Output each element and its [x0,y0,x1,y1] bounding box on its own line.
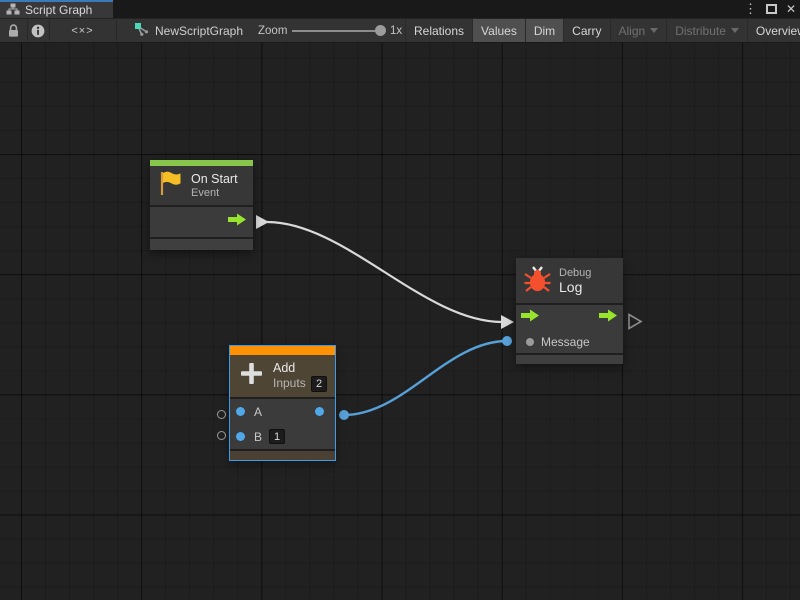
port-a-input[interactable] [236,407,245,416]
script-graph-asset-icon [134,21,150,40]
align-button[interactable]: Align [610,19,667,42]
zoom-slider-track[interactable] [292,30,378,32]
tab-script-graph[interactable]: Script Graph [0,0,113,18]
inputs-count-field[interactable]: 2 [311,376,327,392]
close-icon[interactable]: ✕ [786,0,796,18]
carry-button[interactable]: Carry [563,19,609,42]
overview-button[interactable]: Overview [747,19,800,42]
chevron-down-icon [650,28,658,33]
button-label: Distribute [675,24,726,38]
button-label: Carry [572,24,601,38]
tab-title: Script Graph [25,3,92,17]
button-label: Overview [756,24,800,38]
sum-output-port[interactable] [315,407,324,416]
port-a-label: A [254,405,262,419]
port-b-input[interactable] [236,432,245,441]
node-subtitle: Event [191,187,238,200]
port-a-outer-connector[interactable] [217,410,226,419]
button-label: Values [481,24,517,38]
flow-output-port[interactable] [599,309,618,327]
flow-input-port[interactable] [521,309,540,327]
port-b-outer-connector[interactable] [217,431,226,440]
window-menu-icon[interactable]: ⋮ [744,0,757,18]
button-label: Relations [414,24,464,38]
graph-hierarchy-icon [6,3,20,18]
maximize-icon[interactable] [766,4,777,14]
script-graph-window: On Start Event [0,0,800,600]
node-add[interactable]: Add Inputs 2 A B 1 [230,346,335,460]
dim-button[interactable]: Dim [525,19,563,42]
lock-icon [7,23,20,38]
node-footer [150,239,253,250]
titlebar: Script Graph ⋮ ✕ [0,0,800,18]
relations-button[interactable]: Relations [405,19,472,42]
message-port-label: Message [541,335,590,349]
graph-breadcrumb[interactable]: NewScriptGraph [134,19,243,42]
graph-canvas[interactable] [0,43,800,600]
graph-name: NewScriptGraph [155,24,243,38]
info-button[interactable] [27,19,49,42]
values-button[interactable]: Values [472,19,525,42]
chevron-down-icon [731,28,739,33]
node-title: Log [559,280,591,295]
info-icon [31,24,45,38]
add-accent-bar [230,346,335,355]
message-input-port[interactable] [526,338,534,346]
lock-button[interactable] [0,19,27,42]
distribute-button[interactable]: Distribute [666,19,747,42]
node-debug-log[interactable]: Debug Log Message [516,258,623,364]
node-footer [516,355,623,364]
flow-output-port[interactable] [228,213,247,231]
node-category: Debug [559,267,591,280]
button-label: Dim [534,24,555,38]
zoom-slider-handle[interactable] [375,25,386,36]
port-b-label: B [254,430,262,444]
node-on-start[interactable]: On Start Event [150,160,253,250]
plus-icon [238,360,265,392]
code-view-button[interactable]: <×> [49,19,116,42]
bug-icon [524,264,551,298]
node-title: On Start [191,172,238,187]
button-label: Align [619,24,646,38]
code-icon: <×> [71,25,93,37]
node-title: Add [273,361,327,376]
zoom-label: Zoom [258,19,287,42]
port-b-value-field[interactable]: 1 [269,429,285,444]
toolbar: <×> NewScriptGraph Zoom 1x Relations [0,18,800,43]
node-footer [230,451,335,460]
flag-icon [158,170,183,202]
inputs-label: Inputs [273,377,306,390]
zoom-value: 1x [390,19,402,42]
